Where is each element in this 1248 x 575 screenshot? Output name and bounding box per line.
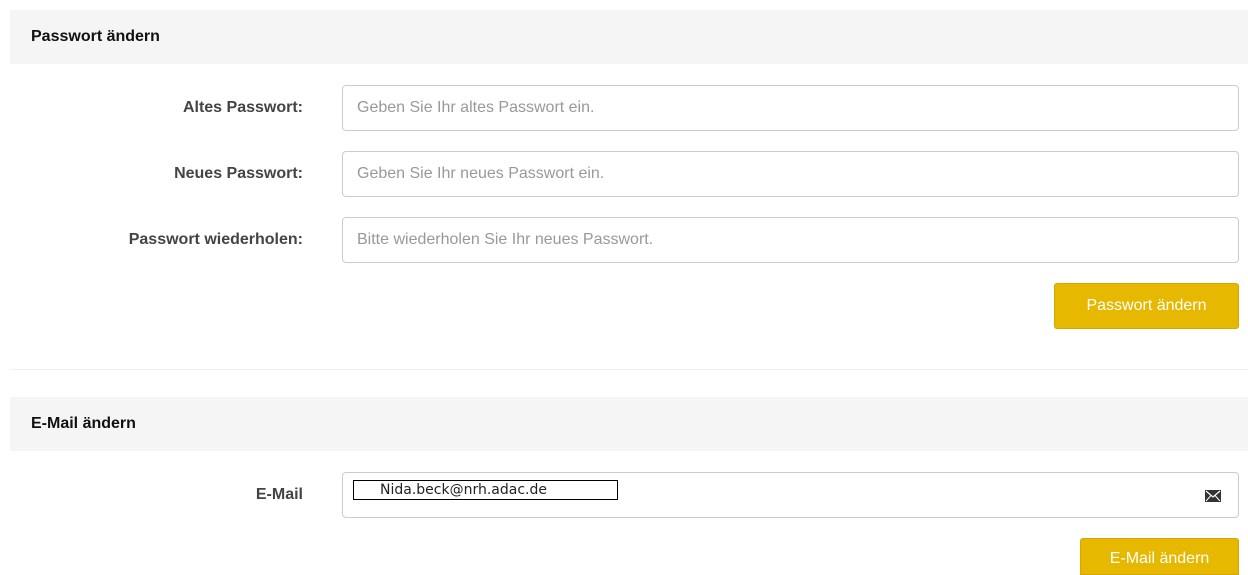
old-password-input[interactable] [342, 85, 1239, 131]
change-email-button[interactable]: E-Mail ändern [1080, 538, 1239, 575]
repeat-password-input[interactable] [342, 217, 1239, 263]
password-section-header: Passwort ändern [10, 10, 1248, 64]
email-section-title: E-Mail ändern [31, 415, 136, 432]
new-password-label: Neues Passwort: [174, 165, 303, 182]
email-label: E-Mail [255, 486, 303, 503]
repeat-password-label: Passwort wiederholen: [128, 231, 303, 248]
email-field[interactable]: Nida.beck@nrh.adac.de [342, 472, 1239, 518]
password-section-title: Passwort ändern [31, 28, 160, 45]
email-value[interactable]: Nida.beck@nrh.adac.de [353, 480, 618, 500]
new-password-input[interactable] [342, 151, 1239, 197]
section-divider [10, 369, 1248, 370]
envelope-icon [1205, 490, 1221, 502]
old-password-label: Altes Passwort: [182, 99, 303, 116]
change-password-button[interactable]: Passwort ändern [1054, 283, 1239, 329]
email-section-header: E-Mail ändern [10, 397, 1248, 451]
account-settings-page: Passwort ändern Altes Passwort: Neues Pa… [0, 0, 1248, 575]
